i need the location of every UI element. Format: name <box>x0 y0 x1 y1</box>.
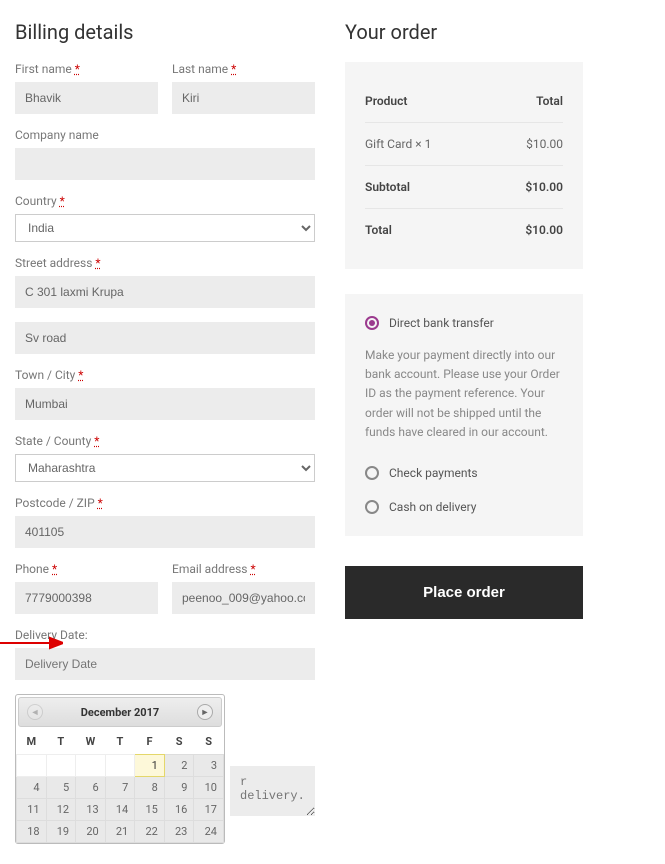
calendar-day[interactable]: 7 <box>105 777 135 799</box>
calendar-day[interactable]: 12 <box>46 799 76 821</box>
calendar-day[interactable]: 9 <box>164 777 194 799</box>
place-order-button[interactable]: Place order <box>345 566 583 619</box>
email-input[interactable] <box>172 582 315 614</box>
order-item-name: Gift Card × 1 <box>365 137 431 151</box>
total-label: Total <box>365 223 392 237</box>
calendar-day[interactable]: 13 <box>76 799 106 821</box>
calendar-day[interactable]: 1 <box>135 755 165 777</box>
calendar-dow: S <box>164 729 194 755</box>
state-label: State / County * <box>15 434 315 448</box>
order-summary: Product Total Gift Card × 1 $10.00 Subto… <box>345 62 583 269</box>
calendar-day[interactable]: 23 <box>164 821 194 843</box>
calendar-day[interactable]: 22 <box>135 821 165 843</box>
company-label: Company name <box>15 128 315 142</box>
city-input[interactable] <box>15 388 315 420</box>
last-name-input[interactable] <box>172 82 315 114</box>
payment-bank-desc: Make your payment directly into our bank… <box>365 346 563 442</box>
postcode-label: Postcode / ZIP * <box>15 496 315 510</box>
calendar-day[interactable]: 21 <box>105 821 135 843</box>
city-label: Town / City * <box>15 368 315 382</box>
order-item-total: $10.00 <box>526 137 563 151</box>
payment-methods: Direct bank transfer Make your payment d… <box>345 294 583 536</box>
calendar-day[interactable]: 3 <box>194 755 224 777</box>
radio-icon <box>365 500 379 514</box>
calendar-dow: S <box>194 729 224 755</box>
phone-label: Phone * <box>15 562 158 576</box>
radio-icon <box>365 316 379 330</box>
next-month-icon[interactable]: ► <box>197 704 213 720</box>
order-notes-textarea[interactable] <box>230 766 315 816</box>
calendar-day[interactable]: 4 <box>17 777 47 799</box>
order-header-product: Product <box>365 94 407 108</box>
annotation-arrow <box>0 634 63 652</box>
billing-title: Billing details <box>15 20 315 44</box>
calendar-day[interactable]: 20 <box>76 821 106 843</box>
state-select[interactable]: Maharashtra <box>15 454 315 482</box>
subtotal-label: Subtotal <box>365 180 410 194</box>
calendar-dow: F <box>135 729 165 755</box>
calendar-day[interactable]: 6 <box>76 777 106 799</box>
calendar-dow: W <box>76 729 106 755</box>
total-value: $10.00 <box>525 223 563 237</box>
first-name-input[interactable] <box>15 82 158 114</box>
payment-bank-transfer[interactable]: Direct bank transfer <box>365 312 563 334</box>
calendar-day[interactable]: 8 <box>135 777 165 799</box>
calendar-day[interactable]: 17 <box>194 799 224 821</box>
calendar-day[interactable]: 19 <box>46 821 76 843</box>
street-label: Street address * <box>15 256 315 270</box>
order-header-total: Total <box>536 94 563 108</box>
calendar-day[interactable]: 11 <box>17 799 47 821</box>
calendar-dow: T <box>105 729 135 755</box>
calendar-day[interactable]: 2 <box>164 755 194 777</box>
prev-month-icon[interactable]: ◄ <box>27 704 43 720</box>
country-label: Country * <box>15 194 315 208</box>
company-input[interactable] <box>15 148 315 180</box>
order-title: Your order <box>345 20 583 44</box>
street-line2-input[interactable] <box>15 322 315 354</box>
calendar-dow: M <box>17 729 47 755</box>
calendar-day[interactable]: 16 <box>164 799 194 821</box>
calendar-dow: T <box>46 729 76 755</box>
country-select[interactable]: India <box>15 214 315 242</box>
calendar-day[interactable]: 15 <box>135 799 165 821</box>
first-name-label: First name * <box>15 62 158 76</box>
street-line1-input[interactable] <box>15 276 315 308</box>
payment-check[interactable]: Check payments <box>365 462 563 484</box>
delivery-date-input[interactable] <box>15 648 315 680</box>
calendar-day[interactable]: 24 <box>194 821 224 843</box>
email-label: Email address * <box>172 562 315 576</box>
subtotal-value: $10.00 <box>525 180 563 194</box>
last-name-label: Last name * <box>172 62 315 76</box>
calendar-day[interactable]: 14 <box>105 799 135 821</box>
phone-input[interactable] <box>15 582 158 614</box>
calendar-title: December 2017 <box>81 706 159 719</box>
calendar-day[interactable]: 10 <box>194 777 224 799</box>
postcode-input[interactable] <box>15 516 315 548</box>
calendar-day[interactable]: 18 <box>17 821 47 843</box>
radio-icon <box>365 466 379 480</box>
datepicker[interactable]: ◄ December 2017 ► MTWTFSS 12345678910111… <box>15 694 225 844</box>
calendar-day[interactable]: 5 <box>46 777 76 799</box>
calendar-grid: MTWTFSS 12345678910111213141516171819202… <box>16 729 224 843</box>
payment-cod[interactable]: Cash on delivery <box>365 496 563 518</box>
